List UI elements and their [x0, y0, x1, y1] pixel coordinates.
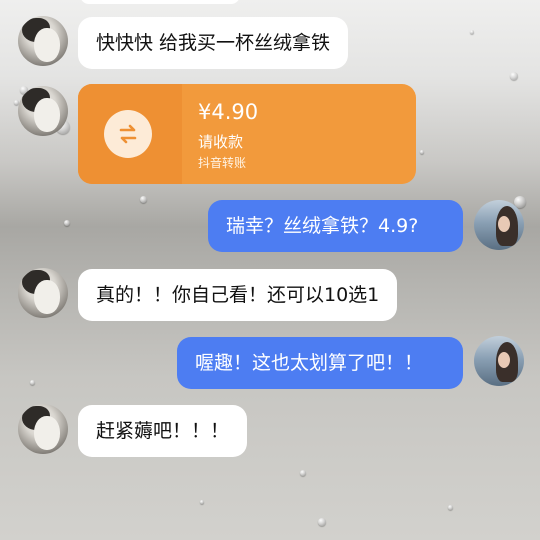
transfer-card[interactable]: ¥4.90 请收款 抖音转账 — [78, 84, 416, 184]
exchange-arrows-icon — [104, 110, 152, 158]
message-bubble-incoming[interactable]: 快快快 给我买一杯丝绒拿铁 — [78, 17, 349, 69]
water-droplet — [64, 220, 70, 226]
my-avatar[interactable] — [474, 336, 524, 386]
water-droplet — [448, 505, 453, 510]
water-droplet — [318, 518, 326, 526]
water-droplet — [140, 196, 147, 203]
message-text: 喔趣！这也太划算了吧！！ — [195, 352, 424, 374]
friend-avatar[interactable] — [18, 268, 68, 318]
message-bubble-incoming[interactable]: 真的！！你自己看！还可以10选1 — [78, 269, 398, 321]
message-text: 快快快 给我买一杯丝绒拿铁 — [96, 32, 331, 54]
transfer-source: 抖音转账 — [198, 156, 247, 170]
friend-avatar[interactable] — [18, 86, 68, 136]
transfer-amount: ¥4.90 — [198, 100, 259, 124]
water-droplet — [300, 470, 306, 476]
message-bubble-outgoing[interactable]: 喔趣！这也太划算了吧！！ — [177, 337, 463, 389]
transfer-status: 请收款 — [198, 133, 244, 151]
water-droplet — [470, 30, 474, 34]
water-droplet — [420, 150, 424, 154]
message-text: 真的！！你自己看！还可以10选1 — [96, 284, 380, 306]
previous-message-bubble[interactable] — [80, 0, 240, 4]
message-bubble-outgoing[interactable]: 瑞幸？丝绒拿铁？4.9? — [208, 200, 463, 252]
friend-avatar[interactable] — [18, 16, 68, 66]
transfer-icon-panel — [78, 84, 182, 184]
water-droplet — [30, 380, 35, 385]
friend-avatar[interactable] — [18, 404, 68, 454]
water-droplet — [510, 72, 518, 80]
water-droplet — [200, 500, 204, 504]
message-text: 赶紧薅吧！！！ — [96, 420, 230, 442]
my-avatar[interactable] — [474, 200, 524, 250]
message-text: 瑞幸？丝绒拿铁？4.9? — [226, 215, 419, 237]
message-bubble-incoming[interactable]: 赶紧薅吧！！！ — [78, 405, 248, 457]
